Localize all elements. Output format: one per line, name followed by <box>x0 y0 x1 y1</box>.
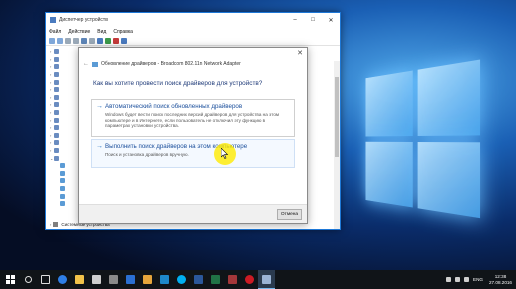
auto-search-option[interactable]: → Автоматический поиск обновленных драйв… <box>91 99 295 137</box>
tree-item[interactable]: › <box>50 147 80 155</box>
minimize-icon[interactable]: – <box>286 17 304 23</box>
monitor-toolbar-icon[interactable] <box>97 37 103 44</box>
paint-icon[interactable] <box>139 270 156 289</box>
back-arrow-icon[interactable]: ← <box>83 61 89 67</box>
tree-item[interactable]: › <box>50 139 80 147</box>
tree-item[interactable]: › <box>50 71 80 79</box>
file-explorer-icon[interactable] <box>71 270 88 289</box>
clock-date: 27.08.2016 <box>489 279 512 285</box>
device-tree: › › › › › › › › › › › › › › ⌄ <box>50 48 80 207</box>
system-devices-icon <box>53 222 59 227</box>
remove-toolbar-icon[interactable] <box>113 37 119 44</box>
edge-icon[interactable] <box>54 270 71 289</box>
clock[interactable]: 12:38 27.08.2016 <box>489 274 512 285</box>
mail-icon[interactable] <box>122 270 139 289</box>
opera-icon[interactable] <box>241 270 258 289</box>
network-adapter-icon <box>92 61 98 67</box>
tray-icon[interactable] <box>446 277 452 282</box>
language-indicator[interactable]: ENG <box>473 277 483 282</box>
scan-toolbar-icon[interactable] <box>121 37 127 44</box>
tree-item[interactable]: › <box>50 116 80 124</box>
tree-item[interactable]: › <box>50 56 80 64</box>
manual-search-description: Поиск и установка драйверов вручную. <box>105 152 189 157</box>
tree-item-expanded[interactable]: ⌄ <box>50 154 80 162</box>
tree-item[interactable]: › <box>50 48 80 56</box>
media-app-icon[interactable] <box>156 270 173 289</box>
close-icon[interactable]: ✕ <box>322 17 340 24</box>
auto-search-description: Windows будет вести поиск последних верс… <box>105 112 280 129</box>
calculator-icon[interactable] <box>105 270 122 289</box>
skype-icon[interactable] <box>173 270 190 289</box>
tree-child-item[interactable] <box>50 185 80 193</box>
tree-item[interactable]: › <box>50 101 80 109</box>
device-manager-icon <box>50 17 56 23</box>
mouse-cursor-icon <box>221 148 229 159</box>
word-icon[interactable] <box>190 270 207 289</box>
window-title: Диспетчер устройств <box>59 17 108 23</box>
tree-item[interactable]: › <box>50 86 80 94</box>
list-toolbar-icon[interactable] <box>73 37 79 44</box>
tree-item[interactable]: › <box>50 94 80 102</box>
tree-child-item[interactable] <box>50 162 80 170</box>
update-drivers-dialog: ✕ ← Обновление драйверов - Broadcom 802.… <box>78 47 308 224</box>
menu-action[interactable]: Действие <box>68 29 90 35</box>
dialog-header: ← Обновление драйверов - Broadcom 802.11… <box>83 61 241 67</box>
arrow-right-icon: → <box>96 143 103 150</box>
device-manager-titlebar[interactable]: Диспетчер устройств – □ ✕ <box>46 13 340 27</box>
cancel-button[interactable]: Отмена <box>277 209 302 220</box>
tree-item[interactable]: › <box>50 124 80 132</box>
search-icon[interactable] <box>20 270 37 289</box>
device-manager-taskbar-icon[interactable] <box>258 270 275 289</box>
access-icon[interactable] <box>224 270 241 289</box>
task-view-icon[interactable] <box>37 270 54 289</box>
update-toolbar-icon[interactable] <box>105 37 111 44</box>
help-toolbar-icon[interactable] <box>81 37 87 44</box>
excel-icon[interactable] <box>207 270 224 289</box>
arrow-right-icon: → <box>96 103 103 110</box>
tree-child-item[interactable] <box>50 177 80 185</box>
store-icon[interactable] <box>88 270 105 289</box>
properties-toolbar-icon[interactable] <box>65 37 71 44</box>
tree-item[interactable]: › <box>50 78 80 86</box>
menu-view[interactable]: Вид <box>97 29 106 35</box>
forward-toolbar-icon[interactable] <box>57 37 63 44</box>
tree-item[interactable]: › <box>50 132 80 140</box>
back-toolbar-icon[interactable] <box>49 37 55 44</box>
menu-file[interactable]: Файл <box>49 29 61 35</box>
windows-start-icon[interactable] <box>0 270 20 289</box>
dialog-footer: Отмена <box>79 204 307 223</box>
tree-child-item[interactable] <box>50 192 80 200</box>
maximize-icon[interactable]: □ <box>304 17 322 23</box>
menu-bar: Файл Действие Вид Справка <box>46 27 340 36</box>
system-tray: ENG 12:38 27.08.2016 <box>446 270 512 289</box>
manual-search-option[interactable]: → Выполнить поиск драйверов на этом комп… <box>91 139 295 168</box>
scrollbar-thumb[interactable] <box>335 77 339 157</box>
network-icon[interactable] <box>455 277 461 282</box>
tree-child-item[interactable] <box>50 200 80 208</box>
menu-help[interactable]: Справка <box>113 29 133 35</box>
desktop: Диспетчер устройств – □ ✕ Файл Действие … <box>0 0 516 270</box>
volume-icon[interactable] <box>464 277 470 282</box>
dialog-title: Обновление драйверов - Broadcom 802.11n … <box>101 61 241 67</box>
view-toolbar-icon[interactable] <box>89 37 95 44</box>
close-icon[interactable]: ✕ <box>297 49 303 57</box>
dialog-question: Как вы хотите провести поиск драйверов д… <box>93 80 263 87</box>
windows-wallpaper-logo <box>365 59 482 221</box>
tree-item[interactable]: › <box>50 109 80 117</box>
tree-item[interactable]: › <box>50 63 80 71</box>
taskbar: ENG 12:38 27.08.2016 <box>0 270 516 289</box>
toolbar <box>46 36 340 46</box>
auto-search-title: Автоматический поиск обновленных драйвер… <box>105 103 243 110</box>
tree-child-item[interactable] <box>50 170 80 178</box>
scrollbar[interactable] <box>334 61 340 229</box>
